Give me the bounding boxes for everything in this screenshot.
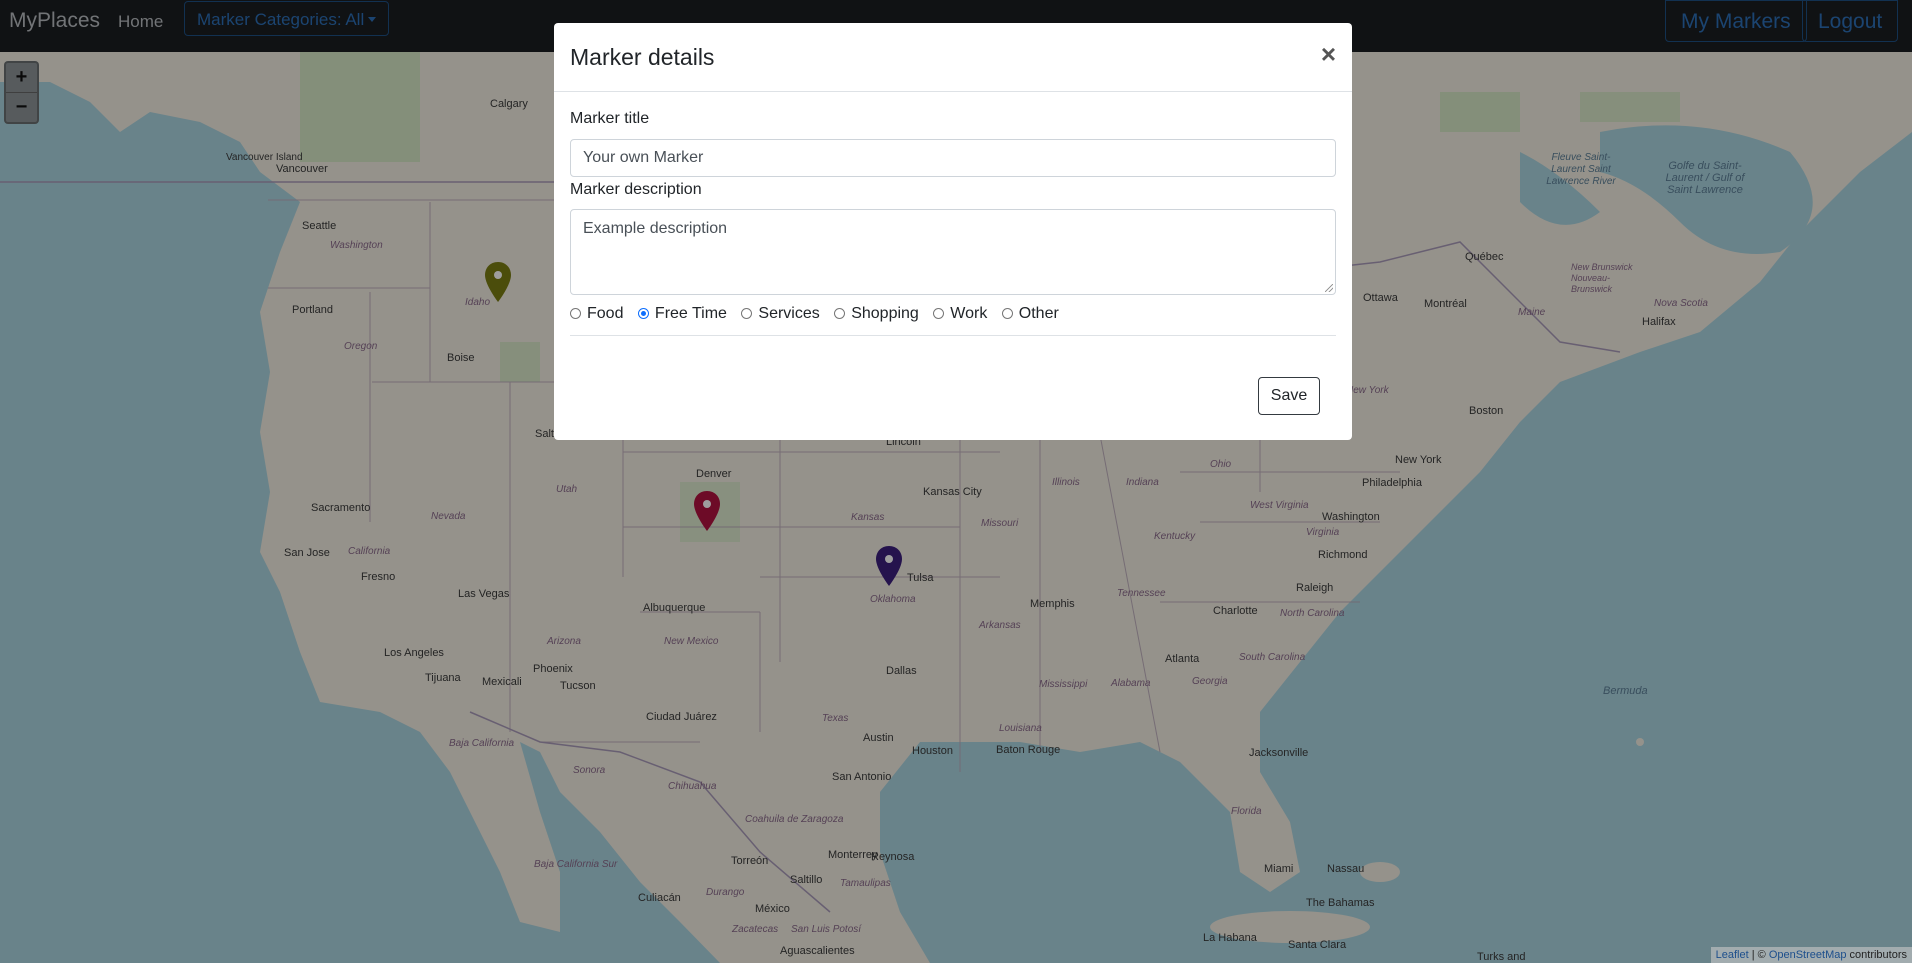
attribution-contributors: contributors bbox=[1846, 949, 1907, 961]
radio-label: Food bbox=[587, 305, 624, 322]
marker-description-textarea[interactable]: Example description bbox=[570, 209, 1336, 295]
leaflet-link[interactable]: Leaflet bbox=[1716, 949, 1749, 961]
radio-checked-icon[interactable] bbox=[637, 308, 649, 319]
category-radio-group: Food Free Time Services Shopping Work Ot… bbox=[570, 305, 1069, 325]
modal-title: Marker details bbox=[570, 44, 715, 70]
radio-label: Shopping bbox=[851, 305, 919, 322]
save-button[interactable]: Save bbox=[1258, 377, 1320, 415]
radio-free-time[interactable]: Free Time bbox=[637, 305, 727, 323]
radio-label: Other bbox=[1018, 305, 1059, 322]
marker-description-placeholder: Example description bbox=[583, 220, 728, 237]
divider bbox=[570, 335, 1336, 336]
radio-circle-icon[interactable] bbox=[741, 308, 753, 319]
radio-services[interactable]: Services bbox=[741, 305, 820, 323]
radio-circle-icon[interactable] bbox=[834, 308, 846, 319]
radio-label: Work bbox=[950, 305, 988, 322]
modal-header: Marker details × bbox=[554, 23, 1352, 92]
marker-title-label: Marker title bbox=[570, 110, 650, 127]
marker-title-input[interactable]: Your own Marker bbox=[570, 139, 1336, 177]
radio-label: Free Time bbox=[654, 305, 727, 322]
radio-label: Services bbox=[758, 305, 820, 322]
attribution-sep: | © bbox=[1748, 949, 1769, 961]
radio-circle-icon[interactable] bbox=[933, 308, 945, 319]
radio-other[interactable]: Other bbox=[1001, 305, 1059, 323]
close-icon[interactable]: × bbox=[1321, 41, 1336, 67]
radio-food[interactable]: Food bbox=[570, 305, 623, 323]
radio-work[interactable]: Work bbox=[933, 305, 987, 323]
osm-link[interactable]: OpenStreetMap bbox=[1769, 949, 1847, 961]
marker-details-modal: Marker details × Marker title Your own M… bbox=[554, 23, 1352, 440]
map-attribution: Leaflet | © OpenStreetMap contributors bbox=[1710, 947, 1912, 963]
radio-circle-icon[interactable] bbox=[570, 308, 581, 319]
resize-grip-icon[interactable] bbox=[1325, 284, 1333, 292]
marker-description-label: Marker description bbox=[570, 181, 702, 198]
radio-circle-icon[interactable] bbox=[1001, 308, 1013, 319]
radio-shopping[interactable]: Shopping bbox=[834, 305, 919, 323]
